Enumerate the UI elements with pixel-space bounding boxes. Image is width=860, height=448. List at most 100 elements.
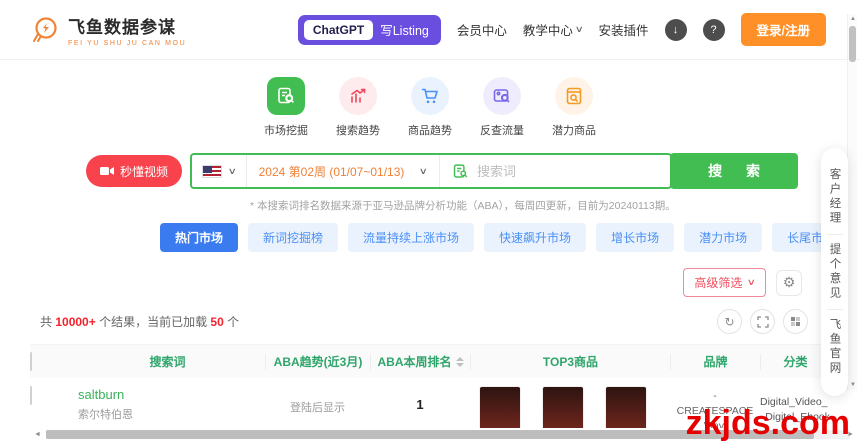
- nav-teaching-label: 教学中心: [522, 24, 573, 38]
- brand-line: -: [713, 390, 717, 402]
- keyword-link[interactable]: saltburn: [78, 387, 265, 402]
- potential-products-icon: [555, 77, 593, 115]
- filter-rising-traffic[interactable]: 流量持续上涨市场: [348, 223, 475, 252]
- market-filters: 热门市场 新词挖掘榜 流量持续上涨市场 快速飙升市场 增长市场 潜力市场 长尾市…: [160, 223, 860, 252]
- vertical-scrollbar[interactable]: ▲ ▼: [847, 14, 857, 390]
- results-loaded: 50: [210, 315, 224, 329]
- advanced-filter-button[interactable]: 高级筛选 ∨: [683, 268, 766, 297]
- fullscreen-icon[interactable]: [750, 309, 775, 334]
- col-aba-trend[interactable]: ABA趋势(近3月): [265, 353, 370, 370]
- product-thumbnail[interactable]: Saltburn: [606, 387, 646, 428]
- reverse-traffic-icon: [483, 77, 521, 115]
- results-middle: 个结果，当前已加载: [95, 315, 211, 329]
- feature-tabs: 市场挖掘 搜索趋势 商品趋势 反查流量 潜力商品: [0, 77, 860, 138]
- tab-reverse-traffic[interactable]: 反查流量: [480, 77, 524, 138]
- watermark: zkjds.com: [685, 404, 850, 442]
- product-thumbnail[interactable]: Saltburn: [480, 387, 520, 428]
- keyword-translation: 索尔特伯恩: [78, 409, 133, 421]
- filter-potential[interactable]: 潜力市场: [684, 223, 763, 252]
- nav-plugin-label: 安装插件: [598, 24, 649, 38]
- select-all-checkbox[interactable]: [30, 351, 32, 371]
- results-row: 共 10000+ 个结果，当前已加载 50 个 ↻: [40, 309, 808, 334]
- results-count: 共 10000+ 个结果，当前已加载 50 个: [40, 313, 239, 330]
- chevron-down-icon: ∨: [574, 24, 584, 34]
- write-listing-label: 写Listing: [380, 24, 429, 38]
- nav-member-label: 会员中心: [456, 24, 507, 38]
- col-top3-products[interactable]: TOP3商品: [470, 353, 670, 370]
- column-settings-icon[interactable]: [783, 309, 808, 334]
- tab-product-trends-label: 商品趋势: [408, 125, 452, 137]
- tab-potential-products[interactable]: 潜力商品: [552, 77, 596, 138]
- col-aba-rank[interactable]: ABA本周排名: [370, 353, 470, 370]
- scroll-up-icon[interactable]: ▲: [849, 16, 857, 22]
- keyword-doc-search-icon: [452, 163, 469, 180]
- chatgpt-listing-button[interactable]: ChatGPT 写Listing: [297, 14, 441, 45]
- chevron-down-icon: ∨: [419, 165, 429, 176]
- chatgpt-label: ChatGPT: [303, 19, 374, 40]
- video-camera-icon: [100, 166, 114, 176]
- week-select-value: 2024 第02周 (01/07~01/13): [258, 164, 405, 179]
- rank-cell: 1: [416, 397, 424, 412]
- chevron-down-icon: ∨: [747, 277, 757, 287]
- nav-member-center[interactable]: 会员中心: [457, 20, 507, 39]
- side-contact-widget: 客户经理 提个意见 飞鱼官网: [821, 148, 848, 396]
- chevron-down-icon: ∨: [227, 165, 237, 176]
- col-category[interactable]: 分类: [760, 353, 830, 370]
- search-trends-icon: [339, 77, 377, 115]
- scroll-down-icon[interactable]: ▼: [849, 382, 857, 388]
- keyword-cell: saltburn 索尔特伯恩: [70, 387, 265, 422]
- tab-product-trends[interactable]: 商品趋势: [408, 77, 452, 138]
- nav-install-plugin[interactable]: 安装插件: [599, 20, 649, 39]
- v-scroll-thumb[interactable]: [849, 26, 856, 62]
- side-customer-manager[interactable]: 客户经理: [827, 160, 843, 234]
- sort-icon[interactable]: [455, 356, 464, 367]
- login-register-button[interactable]: 登录/注册: [740, 13, 826, 46]
- header-right: ChatGPT 写Listing 会员中心 教学中心 ∨ 安装插件 ↓ ? 登录…: [297, 13, 826, 46]
- filter-growth[interactable]: 增长市场: [596, 223, 675, 252]
- col-brand[interactable]: 品牌: [670, 353, 760, 370]
- results-prefix: 共: [40, 315, 56, 329]
- logo-text: 飞鱼数据参谋 FEI YU SHU JU CAN MOU: [68, 13, 186, 47]
- trend-cell: 登陆后显示: [290, 402, 345, 414]
- nav-teaching-center[interactable]: 教学中心 ∨: [522, 20, 584, 39]
- filter-new-words[interactable]: 新词挖掘榜: [248, 223, 339, 252]
- gear-icon[interactable]: ⚙: [776, 269, 802, 296]
- filter-fast-soaring[interactable]: 快速飙升市场: [484, 223, 587, 252]
- tab-market-mining[interactable]: 市场挖掘: [264, 77, 308, 138]
- search-box: ∨ 2024 第02周 (01/07~01/13) ∨: [190, 153, 673, 189]
- search-button[interactable]: 搜 索: [670, 153, 799, 189]
- quick-video-button[interactable]: 秒懂视频: [86, 155, 183, 187]
- keyword-input-wrap: [440, 163, 670, 180]
- advanced-filter-label: 高级筛选: [694, 276, 743, 290]
- download-icon[interactable]: ↓: [664, 18, 687, 41]
- week-select[interactable]: 2024 第02周 (01/07~01/13) ∨: [247, 155, 440, 187]
- quick-video-label: 秒懂视频: [120, 164, 169, 179]
- us-flag-icon: [202, 164, 223, 178]
- search-input[interactable]: [476, 163, 659, 179]
- product-trends-icon: [411, 77, 449, 115]
- header: 飞鱼数据参谋 FEI YU SHU JU CAN MOU ChatGPT 写Li…: [0, 0, 860, 60]
- top3-products-cell: Saltburn Saltburn Saltburn: [470, 387, 670, 428]
- help-icon[interactable]: ?: [702, 18, 725, 41]
- row-checkbox[interactable]: [30, 386, 32, 405]
- tab-search-trends[interactable]: 搜索趋势: [336, 77, 380, 138]
- side-feedback[interactable]: 提个意见: [826, 234, 843, 309]
- scroll-left-icon[interactable]: ◄: [34, 431, 41, 438]
- logo[interactable]: 飞鱼数据参谋 FEI YU SHU JU CAN MOU: [30, 13, 186, 47]
- marketplace-select[interactable]: ∨: [192, 155, 247, 187]
- logo-title: 飞鱼数据参谋: [68, 17, 176, 37]
- results-total: 10000+: [55, 315, 96, 329]
- tab-market-mining-label: 市场挖掘: [264, 125, 308, 137]
- tab-potential-products-label: 潜力商品: [552, 125, 596, 137]
- advanced-row: 高级筛选 ∨ ⚙: [0, 268, 802, 297]
- logo-subtitle: FEI YU SHU JU CAN MOU: [68, 39, 187, 47]
- table-tools: ↻: [717, 309, 808, 334]
- table-header: 搜索词 ABA趋势(近3月) ABA本周排名 TOP3商品 品牌 分类: [30, 344, 830, 378]
- search-row: 秒懂视频 ∨ 2024 第02周 (01/07~01/13) ∨ 搜索词 搜 索: [86, 153, 860, 189]
- side-official-site[interactable]: 飞鱼官网: [826, 309, 843, 384]
- product-thumbnail[interactable]: Saltburn: [543, 387, 583, 428]
- aba-data-note: * 本搜索词排名数据来源于亚马逊品牌分析功能（ABA），每周四更新，目前为202…: [250, 200, 676, 212]
- col-keyword[interactable]: 搜索词: [70, 354, 265, 370]
- refresh-icon[interactable]: ↻: [717, 309, 742, 334]
- filter-hot-market[interactable]: 热门市场: [160, 223, 239, 252]
